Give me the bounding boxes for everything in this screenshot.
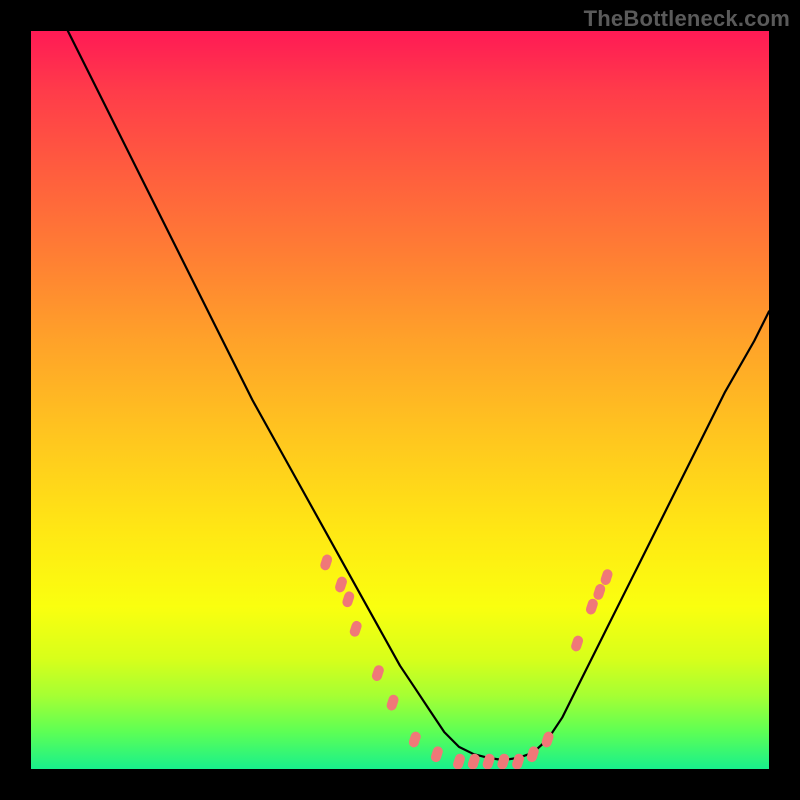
watermark-text: TheBottleneck.com <box>584 6 790 32</box>
chart-frame: TheBottleneck.com <box>0 0 800 800</box>
curve-markers <box>319 553 614 769</box>
chart-svg <box>31 31 769 769</box>
bottleneck-curve <box>31 31 769 760</box>
chart-plot-area <box>31 31 769 769</box>
